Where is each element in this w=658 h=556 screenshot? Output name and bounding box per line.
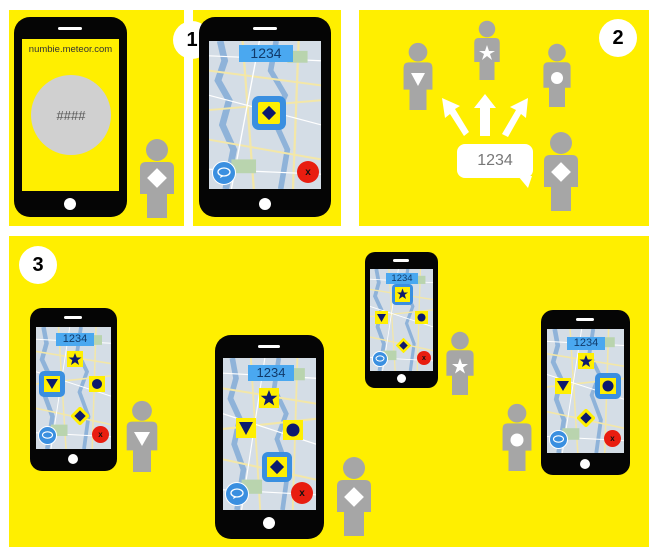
- chat-button[interactable]: [38, 426, 57, 445]
- phone-star-view: 1234 x: [365, 252, 438, 388]
- star-marker-icon: [67, 351, 83, 367]
- speaker: [58, 27, 82, 30]
- self-marker-diamond: [262, 452, 292, 482]
- chat-button[interactable]: [225, 482, 249, 506]
- phone-triangle-view: 1234 x: [30, 308, 117, 471]
- star-marker-icon: [259, 388, 279, 408]
- speaker: [258, 345, 280, 348]
- circle-marker-icon: [89, 376, 105, 392]
- login-screen: numbie.meteor.com ####: [22, 39, 119, 191]
- speaker: [393, 259, 409, 262]
- speaker: [576, 318, 594, 321]
- arrows-icon: [442, 94, 528, 137]
- map-screen: 1234 x: [223, 358, 316, 510]
- code-display: 1234: [386, 273, 418, 284]
- chat-icon: [375, 355, 385, 362]
- close-button[interactable]: x: [417, 351, 431, 365]
- chat-button[interactable]: [549, 430, 568, 449]
- person-diamond-icon: [137, 138, 177, 218]
- code-display: 1234: [239, 45, 293, 62]
- triangle-marker-icon: [375, 311, 388, 324]
- star-marker-icon: [578, 353, 594, 369]
- phone-circle-view: 1234 x: [541, 310, 630, 475]
- person-triangle-icon: [126, 400, 158, 472]
- home-button[interactable]: [259, 198, 271, 210]
- person-circle-icon: [502, 403, 532, 471]
- diamond-marker-icon: [577, 409, 595, 427]
- code-placeholder: ####: [56, 107, 86, 123]
- phone-diamond-view: 1234 x: [215, 335, 324, 539]
- home-button[interactable]: [68, 454, 78, 464]
- close-button[interactable]: x: [297, 161, 319, 183]
- circle-marker-icon: [283, 420, 303, 440]
- code-display: 1234: [248, 365, 294, 381]
- speaker: [64, 316, 82, 319]
- close-button[interactable]: x: [291, 482, 313, 504]
- chat-icon: [230, 488, 244, 499]
- map-screen: 1234 x: [370, 269, 433, 371]
- url-text: numbie.meteor.com: [28, 44, 113, 55]
- chat-icon: [552, 435, 565, 443]
- diamond-icon: [261, 105, 277, 121]
- home-button[interactable]: [397, 374, 406, 383]
- diamond-marker-icon: [396, 338, 411, 353]
- person-diamond-speaker-icon: [544, 132, 578, 211]
- map-screen: 1234 x: [209, 41, 321, 189]
- chat-icon: [217, 167, 231, 178]
- home-button[interactable]: [263, 517, 275, 529]
- step-2-badge: 2: [599, 19, 637, 57]
- person-star-icon: [446, 331, 474, 395]
- self-marker-circle: [595, 373, 621, 399]
- self-marker-star: [392, 284, 413, 305]
- close-button[interactable]: x: [604, 430, 621, 447]
- phone-login: numbie.meteor.com ####: [14, 17, 127, 217]
- code-display: 1234: [567, 337, 605, 350]
- person-star-icon: [474, 20, 500, 80]
- map-screen: 1234 x: [36, 327, 111, 449]
- person-circle-icon: [543, 43, 571, 107]
- triangle-marker-icon: [236, 418, 256, 438]
- chat-button[interactable]: [212, 161, 236, 185]
- circle-marker-icon: [415, 311, 428, 324]
- self-marker-triangle: [39, 371, 65, 397]
- home-button[interactable]: [580, 459, 590, 469]
- map-screen: 1234 x: [547, 329, 624, 453]
- code-entry-circle[interactable]: ####: [31, 75, 111, 155]
- self-marker: [252, 96, 286, 130]
- speaker: [253, 27, 277, 30]
- code-display: 1234: [56, 333, 94, 346]
- person-diamond-icon: [337, 457, 371, 536]
- chat-icon: [41, 431, 54, 439]
- chat-button[interactable]: [372, 351, 388, 367]
- step-3-badge: 3: [19, 246, 57, 284]
- speech-bubble: 1234: [457, 144, 533, 178]
- diamond-marker-icon: [71, 407, 89, 425]
- phone-map-initial: 1234 x: [199, 17, 331, 217]
- triangle-marker-icon: [555, 378, 571, 394]
- close-button[interactable]: x: [92, 426, 109, 443]
- bubble-tail: [518, 176, 532, 188]
- home-button[interactable]: [64, 198, 76, 210]
